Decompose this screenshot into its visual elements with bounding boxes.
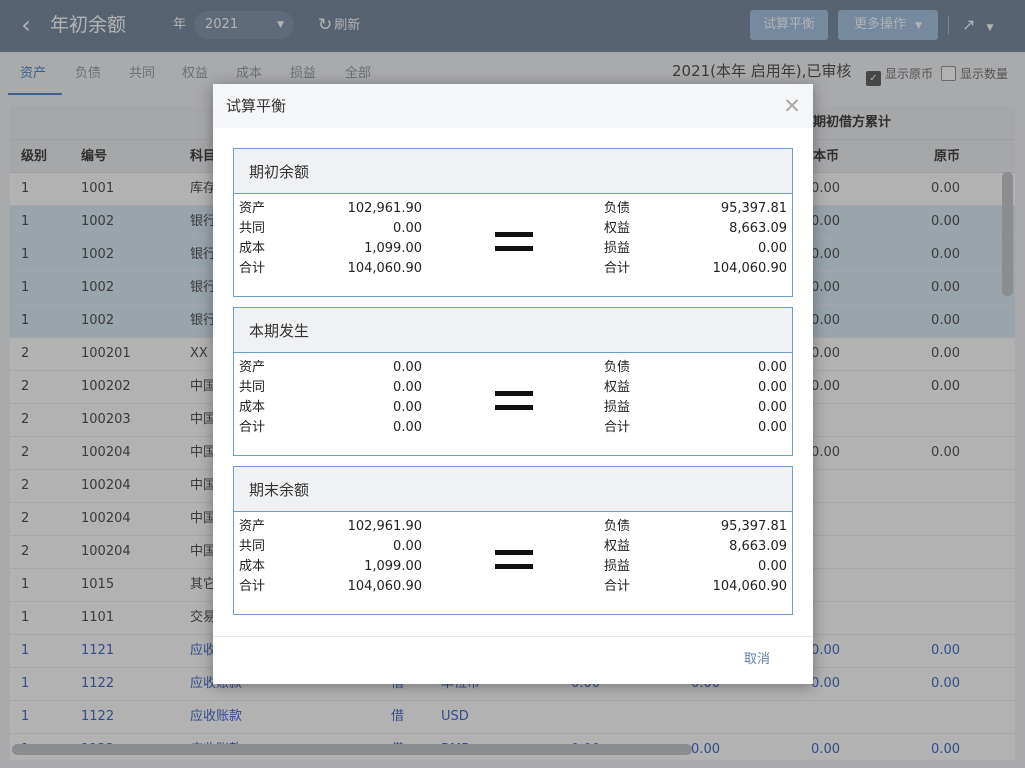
right-item-value: 0.00: [758, 400, 787, 415]
right-item-label: 损益: [604, 559, 631, 574]
left-item-label: 资产: [239, 519, 266, 534]
dialog-header: 试算平衡 ✕: [213, 84, 813, 128]
section-title: 期末余额: [249, 481, 310, 499]
right-item-value: 104,060.90: [712, 579, 787, 594]
section-header: 期末余额: [234, 467, 792, 512]
left-item-label: 成本: [239, 400, 266, 415]
section-header: 本期发生: [234, 308, 792, 353]
balance-section: 本期发生资产 0.00 共同 0.00 成本 0.00 合计 0.00 负债 0.00 权益 0.00…: [233, 307, 793, 456]
right-item-value: 8,663.09: [729, 221, 787, 236]
right-item-label: 权益: [604, 539, 631, 554]
equals-icon: [495, 550, 533, 578]
right-item-value: 8,663.09: [729, 539, 787, 554]
left-item-value: 0.00: [393, 221, 422, 236]
dialog-title: 试算平衡: [226, 97, 287, 115]
equals-icon: [495, 391, 533, 419]
right-item-label: 损益: [604, 241, 631, 256]
right-item-value: 0.00: [758, 380, 787, 395]
trial-balance-dialog: 试算平衡 ✕ 期初余额资产 102,961.90 共同 0.00 成本 1,099.00 合…: [213, 84, 813, 684]
right-item-value: 104,060.90: [712, 261, 787, 276]
balance-section: 期初余额资产 102,961.90 共同 0.00 成本 1,099.00 合计 104,06…: [233, 148, 793, 297]
right-item-value: 0.00: [758, 420, 787, 435]
left-item-value: 0.00: [393, 380, 422, 395]
left-item-label: 共同: [239, 539, 266, 554]
right-item-label: 合计: [604, 420, 631, 435]
section-header: 期初余额: [234, 149, 792, 194]
left-item-value: 0.00: [393, 420, 422, 435]
left-item-value: 0.00: [393, 539, 422, 554]
right-item-value: 0.00: [758, 559, 787, 574]
left-item-label: 共同: [239, 380, 266, 395]
left-item-label: 合计: [239, 579, 266, 594]
dialog-footer-divider: [213, 636, 813, 637]
equals-icon: [495, 232, 533, 260]
left-item-label: 合计: [239, 420, 266, 435]
left-item-label: 资产: [239, 360, 266, 375]
right-item-value: 95,397.81: [720, 519, 787, 534]
right-item-label: 合计: [604, 261, 631, 276]
right-item-label: 权益: [604, 221, 631, 236]
cancel-button[interactable]: 取消: [737, 650, 777, 670]
right-item-value: 95,397.81: [720, 201, 787, 216]
left-item-value: 102,961.90: [347, 201, 422, 216]
left-item-label: 成本: [239, 241, 266, 256]
right-item-value: 0.00: [758, 241, 787, 256]
close-icon[interactable]: ✕: [781, 93, 803, 119]
right-item-label: 负债: [604, 201, 631, 216]
section-title: 本期发生: [249, 322, 310, 340]
left-item-value: 102,961.90: [347, 519, 422, 534]
balance-section: 期末余额资产 102,961.90 共同 0.00 成本 1,099.00 合计 104,06…: [233, 466, 793, 615]
left-item-label: 资产: [239, 201, 266, 216]
left-item-value: 1,099.00: [364, 241, 422, 256]
left-item-label: 共同: [239, 221, 266, 236]
right-item-label: 损益: [604, 400, 631, 415]
left-item-label: 成本: [239, 559, 266, 574]
section-title: 期初余额: [249, 163, 310, 181]
left-item-value: 0.00: [393, 360, 422, 375]
right-item-label: 负债: [604, 519, 631, 534]
left-item-value: 0.00: [393, 400, 422, 415]
right-item-label: 合计: [604, 579, 631, 594]
right-item-label: 权益: [604, 380, 631, 395]
right-item-value: 0.00: [758, 360, 787, 375]
left-item-label: 合计: [239, 261, 266, 276]
right-item-label: 负债: [604, 360, 631, 375]
left-item-value: 104,060.90: [347, 579, 422, 594]
left-item-value: 104,060.90: [347, 261, 422, 276]
left-item-value: 1,099.00: [364, 559, 422, 574]
